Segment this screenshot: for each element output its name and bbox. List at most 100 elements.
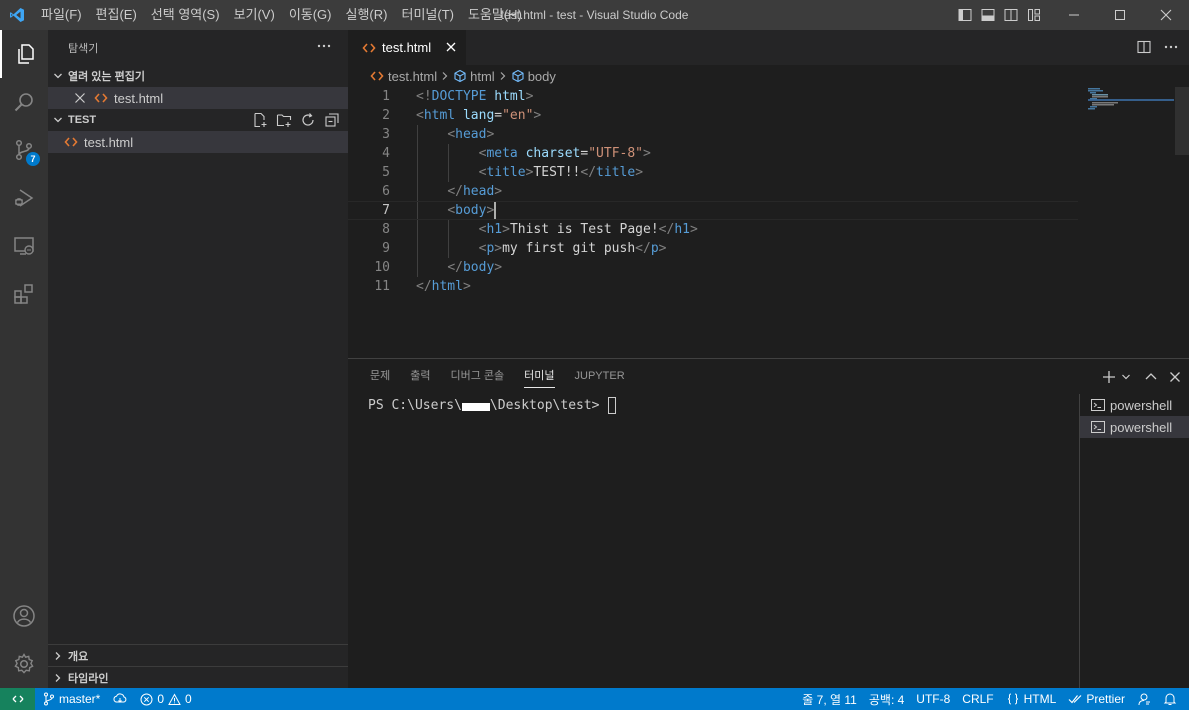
close-tab-icon[interactable] — [444, 40, 458, 54]
chevron-down-icon — [48, 115, 68, 125]
terminal-instance[interactable]: powershell — [1080, 394, 1189, 416]
search-icon[interactable] — [0, 78, 48, 126]
accounts-icon[interactable] — [0, 592, 48, 640]
sidebar-title: 탐색기 — [68, 42, 99, 55]
line-number: 4 — [382, 146, 390, 161]
breadcrumb-html[interactable]: html — [470, 69, 495, 84]
toggle-sidebar-icon[interactable] — [953, 0, 976, 30]
chevron-down-icon[interactable] — [1121, 367, 1131, 387]
more-actions-icon[interactable] — [316, 38, 332, 54]
cursor-position[interactable]: 줄 7, 열 11 — [796, 688, 863, 710]
sync-icon[interactable] — [106, 688, 134, 710]
menu-edit[interactable]: 편집(E) — [89, 0, 144, 30]
git-branch-icon — [43, 692, 55, 706]
end-of-line[interactable]: CRLF — [956, 688, 999, 710]
menu-go[interactable]: 이동(G) — [282, 0, 339, 30]
open-editors-header[interactable]: 열려 있는 편집기 — [48, 65, 348, 87]
code-line[interactable]: 5 <title>TEST!!</title> — [348, 163, 1078, 182]
problems-status[interactable]: 0 0 — [134, 688, 197, 710]
refresh-icon[interactable] — [298, 110, 318, 130]
menu-run[interactable]: 실행(R) — [339, 0, 395, 30]
minimize-button[interactable] — [1051, 0, 1097, 30]
explorer-icon[interactable] — [0, 30, 48, 78]
line-source: </html> — [416, 279, 471, 294]
new-folder-icon[interactable] — [274, 110, 294, 130]
code-line[interactable]: 11 </html> — [348, 277, 1078, 296]
close-window-button[interactable] — [1143, 0, 1189, 30]
tab-label: test.html — [382, 40, 432, 55]
terminal-instance[interactable]: powershell — [1080, 416, 1189, 438]
code-line[interactable]: 6 </head> — [348, 182, 1078, 201]
menu-terminal[interactable]: 터미널(T) — [394, 0, 460, 30]
prettier-label: Prettier — [1086, 692, 1125, 706]
menu-file[interactable]: 파일(F) — [34, 0, 89, 30]
outline-header[interactable]: 개요 — [48, 644, 348, 666]
tab-terminal[interactable]: 터미널 — [524, 359, 555, 394]
extensions-icon[interactable] — [0, 270, 48, 318]
maximize-panel-icon[interactable] — [1143, 367, 1159, 387]
code-line[interactable]: 4 <meta charset="UTF-8"> — [348, 144, 1078, 163]
maximize-button[interactable] — [1097, 0, 1143, 30]
bottom-panel: 문제 출력 디버그 콘솔 터미널 JUPYTER PS C:\Users\ \De… — [348, 358, 1189, 689]
open-editors-label: 열려 있는 편집기 — [68, 71, 145, 83]
code-line[interactable]: 1 <!DOCTYPE html> — [348, 87, 1078, 106]
file-tree-item[interactable]: test.html — [48, 131, 348, 153]
panel-actions — [1101, 367, 1183, 387]
breadcrumb-file[interactable]: test.html — [388, 69, 437, 84]
run-debug-icon[interactable] — [0, 174, 48, 222]
terminal-powershell-icon — [1090, 397, 1106, 413]
minimap[interactable] — [1078, 87, 1189, 358]
line-source: </head> — [447, 184, 503, 199]
code-line[interactable]: 10 </body> — [348, 258, 1078, 277]
menu-help[interactable]: 도움말(H) — [461, 0, 529, 30]
language-label: HTML — [1023, 692, 1057, 706]
notifications-bell-icon[interactable] — [1157, 688, 1183, 710]
encoding[interactable]: UTF-8 — [910, 688, 956, 710]
editor-more-actions-icon[interactable] — [1163, 39, 1179, 55]
tab-problems[interactable]: 문제 — [370, 359, 390, 394]
code-line[interactable]: 3 <head> — [348, 125, 1078, 144]
source-control-icon[interactable]: 7 — [0, 126, 48, 174]
code-line[interactable]: 8 <h1>Thist is Test Page!</h1> — [348, 220, 1078, 239]
prettier-status[interactable]: Prettier — [1062, 688, 1131, 710]
status-right: 줄 7, 열 11 공백: 4 UTF-8 CRLF HTML Prettier — [796, 688, 1189, 710]
terminal-name: powershell — [1110, 397, 1173, 413]
terminal-cursor — [607, 397, 616, 414]
breadcrumb-body[interactable]: body — [528, 69, 556, 84]
split-editor-icon[interactable] — [1136, 39, 1152, 55]
feedback-icon[interactable] — [1131, 688, 1157, 710]
language-mode[interactable]: HTML — [1000, 688, 1063, 710]
collapse-all-icon[interactable] — [322, 110, 342, 130]
tab-output[interactable]: 출력 — [410, 359, 430, 394]
menu-view[interactable]: 보기(V) — [227, 0, 282, 30]
customize-layout-icon[interactable] — [1022, 0, 1045, 30]
remote-indicator-icon[interactable] — [0, 688, 35, 710]
code-line[interactable]: 9 <p>my first git push</p> — [348, 239, 1078, 258]
code-line[interactable]: 7 <body> — [348, 201, 1078, 220]
tab-debug-console[interactable]: 디버그 콘솔 — [451, 359, 505, 394]
open-editor-item[interactable]: test.html — [48, 87, 348, 109]
terminal-output[interactable]: PS C:\Users\ \Desktop\test> — [368, 397, 616, 414]
warning-count: 0 — [185, 692, 192, 706]
timeline-header[interactable]: 타임라인 — [48, 666, 348, 688]
branch-status[interactable]: master* — [35, 688, 106, 710]
code-line[interactable]: 2 <html lang="en"> — [348, 106, 1078, 125]
new-file-icon[interactable] — [250, 110, 270, 130]
open-editor-filename: test.html — [114, 90, 164, 106]
toggle-panel-icon[interactable] — [976, 0, 999, 30]
html-file-icon — [370, 70, 384, 82]
new-terminal-icon[interactable] — [1101, 367, 1117, 387]
folder-test-header[interactable]: TEST — [48, 109, 348, 131]
close-icon[interactable] — [74, 92, 86, 104]
settings-gear-icon[interactable] — [0, 640, 48, 688]
tab-jupyter[interactable]: JUPYTER — [575, 359, 625, 394]
close-panel-icon[interactable] — [1167, 367, 1183, 387]
line-source: <html lang="en"> — [416, 108, 542, 123]
toggle-secondary-sidebar-icon[interactable] — [999, 0, 1022, 30]
remote-explorer-icon[interactable] — [0, 222, 48, 270]
menu-selection[interactable]: 선택 영역(S) — [144, 0, 227, 30]
chevron-right-icon — [498, 71, 508, 81]
indentation[interactable]: 공백: 4 — [863, 688, 910, 710]
tab-test-html[interactable]: test.html — [348, 30, 466, 65]
code-editor[interactable]: 1 <!DOCTYPE html> 2 <html lang="en"> 3 <head… — [348, 87, 1078, 358]
